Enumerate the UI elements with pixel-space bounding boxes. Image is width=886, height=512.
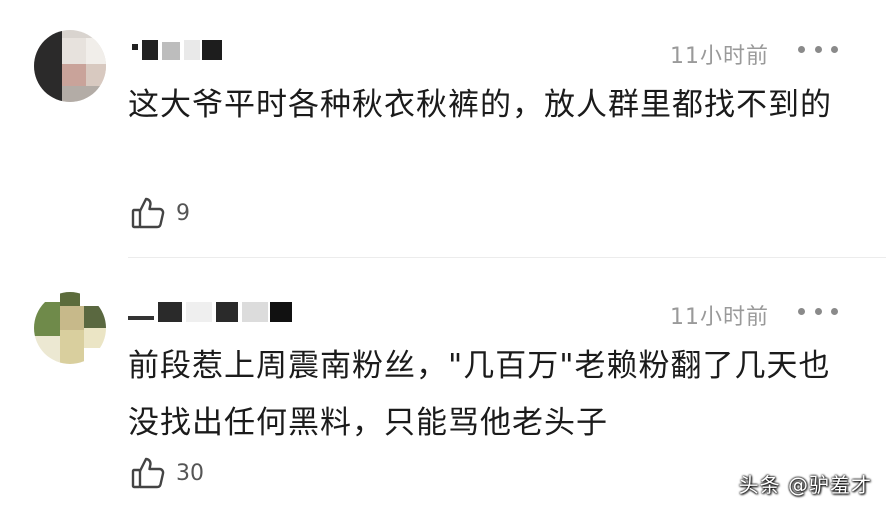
- more-dots-icon[interactable]: [798, 304, 838, 318]
- avatar[interactable]: [34, 292, 106, 364]
- thumbs-up-icon: [131, 197, 165, 229]
- divider: [128, 257, 886, 258]
- comment-time: 11小时前: [670, 305, 769, 330]
- like-button[interactable]: 9: [130, 195, 190, 231]
- comment-time: 11小时前: [670, 44, 769, 69]
- like-count: 30: [176, 460, 204, 486]
- comment-text: 前段惹上周震南粉丝，"几百万"老赖粉翻了几天也没找出任何黑料，只能骂他老头子: [128, 348, 831, 441]
- more-dots-icon[interactable]: [798, 42, 838, 56]
- watermark: 头条 @驴羞才: [738, 473, 872, 497]
- comment-text: 这大爷平时各种秋衣秋裤的，放人群里都找不到的: [128, 87, 832, 123]
- username[interactable]: [128, 302, 293, 326]
- username[interactable]: [132, 38, 224, 62]
- avatar[interactable]: [34, 30, 106, 102]
- like-count: 9: [176, 200, 190, 226]
- thumbs-up-icon: [131, 457, 165, 489]
- like-button[interactable]: 30: [130, 455, 204, 491]
